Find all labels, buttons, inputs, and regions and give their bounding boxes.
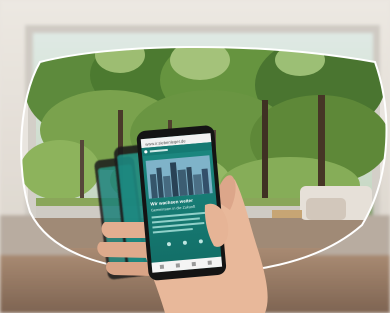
smartphone: www.ir.siebenleger.de Wir wachsen weiter… [136, 125, 227, 281]
photo-scene: www.ir.siebenleger.de Wir wachsen weiter… [0, 0, 390, 313]
photo-illustration: www.ir.siebenleger.de Wir wachsen weiter… [0, 0, 390, 313]
